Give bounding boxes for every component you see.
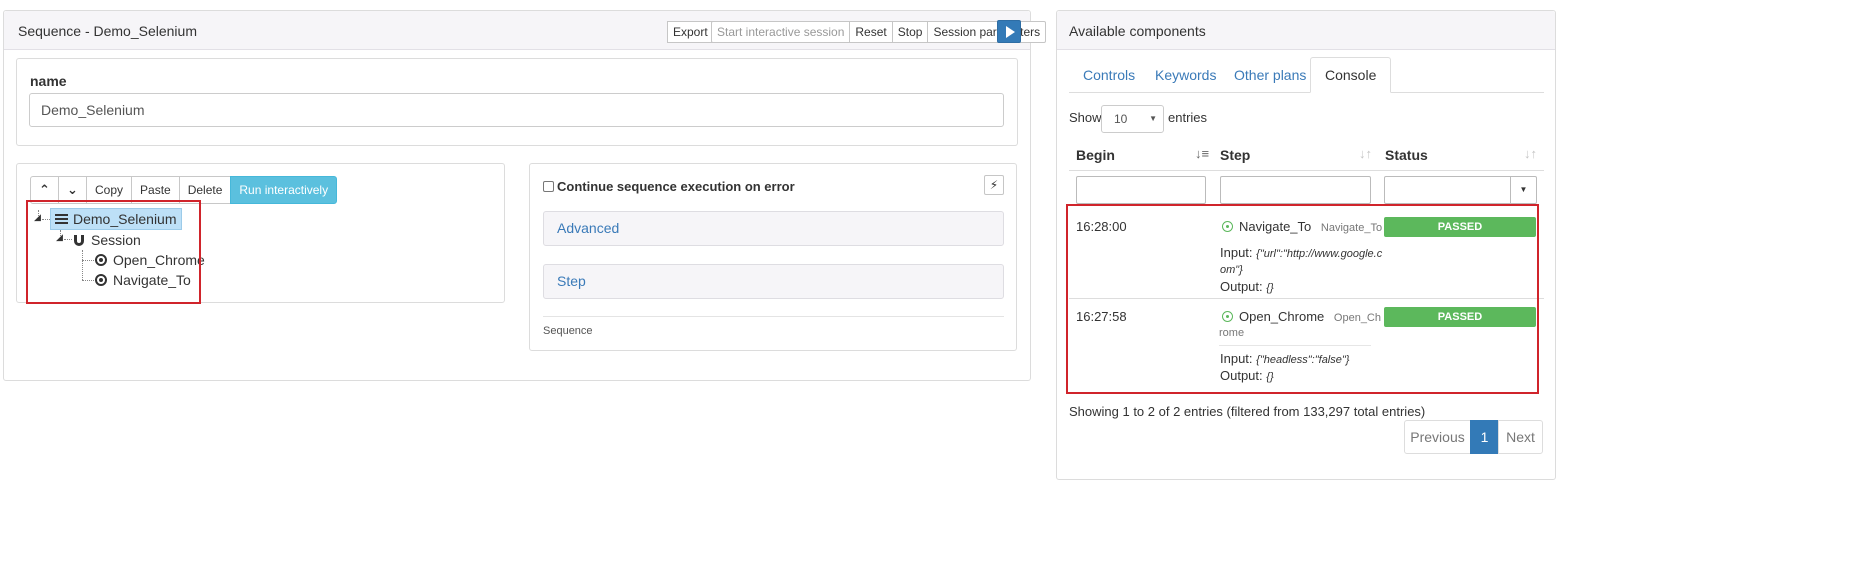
flash-button[interactable]: ⚡	[984, 175, 1004, 195]
sequence-panel-header: Sequence - Demo_Selenium Export Start in…	[4, 11, 1047, 50]
caret-down-icon: ▼	[1149, 114, 1157, 123]
header-divider	[1069, 170, 1544, 171]
step-filter-input[interactable]	[1220, 176, 1371, 204]
tab-console[interactable]: Console	[1310, 57, 1392, 93]
chevron-down-icon: ⌄	[67, 182, 78, 197]
stop-button[interactable]: Stop	[891, 21, 929, 43]
tab-keywords[interactable]: Keywords	[1141, 57, 1230, 93]
execute-button[interactable]	[997, 20, 1021, 43]
highlight-box-tree	[26, 200, 201, 304]
components-panel-header: Available components	[1057, 11, 1555, 50]
advanced-section[interactable]: Advanced	[543, 211, 1004, 246]
name-label: name	[30, 73, 67, 89]
details-panel: Continue sequence execution on error ⚡ A…	[529, 163, 1017, 351]
step-section[interactable]: Step	[543, 264, 1004, 299]
status-filter-select[interactable]: ▼	[1384, 176, 1537, 204]
session-toolbar: Start interactive session Reset Stop Ses…	[711, 21, 1047, 43]
column-status[interactable]: Status	[1385, 147, 1428, 163]
name-input[interactable]: Demo_Selenium	[29, 93, 1004, 127]
reset-button[interactable]: Reset	[849, 21, 893, 43]
entries-label: entries	[1168, 110, 1208, 125]
column-begin[interactable]: Begin	[1076, 147, 1115, 163]
name-section: name Demo_Selenium	[16, 58, 1018, 146]
highlight-box-console	[1066, 204, 1539, 394]
page-1-button[interactable]: 1	[1470, 420, 1499, 454]
chevron-up-icon: ⌃	[39, 182, 50, 197]
components-title: Available components	[1069, 23, 1206, 39]
sequence-toolbar: Export	[667, 21, 714, 43]
show-label: Show	[1069, 110, 1102, 125]
sort-desc-icon[interactable]: ↓≡	[1195, 146, 1209, 161]
session-parameters-button[interactable]: Session parameters	[927, 21, 1047, 43]
sequence-title: Sequence - Demo_Selenium	[18, 23, 197, 39]
run-interactively-button[interactable]: Run interactively	[230, 176, 338, 204]
continue-on-error-label: Continue sequence execution on error	[557, 179, 795, 194]
sort-icon[interactable]: ↓↑	[1359, 146, 1372, 161]
sequence-footer-label: Sequence	[543, 325, 593, 337]
entries-select-value: 10	[1114, 112, 1128, 126]
tab-controls[interactable]: Controls	[1069, 57, 1149, 93]
column-step[interactable]: Step	[1220, 147, 1250, 163]
continue-on-error-checkbox[interactable]	[543, 181, 554, 192]
bolt-icon: ⚡	[989, 178, 999, 192]
entries-select[interactable]: 10 ▼	[1101, 105, 1164, 133]
start-interactive-session-button[interactable]: Start interactive session	[711, 21, 851, 43]
divider	[543, 316, 1004, 317]
previous-page-button[interactable]: Previous	[1404, 420, 1471, 454]
begin-filter-input[interactable]	[1076, 176, 1206, 204]
sort-icon[interactable]: ↓↑	[1524, 146, 1537, 161]
table-summary: Showing 1 to 2 of 2 entries (filtered fr…	[1069, 404, 1426, 419]
next-page-button[interactable]: Next	[1498, 420, 1543, 454]
play-icon	[1006, 26, 1015, 38]
tab-other-plans[interactable]: Other plans	[1220, 57, 1320, 93]
export-button[interactable]: Export	[667, 21, 714, 43]
status-dropdown-toggle[interactable]: ▼	[1510, 177, 1536, 203]
